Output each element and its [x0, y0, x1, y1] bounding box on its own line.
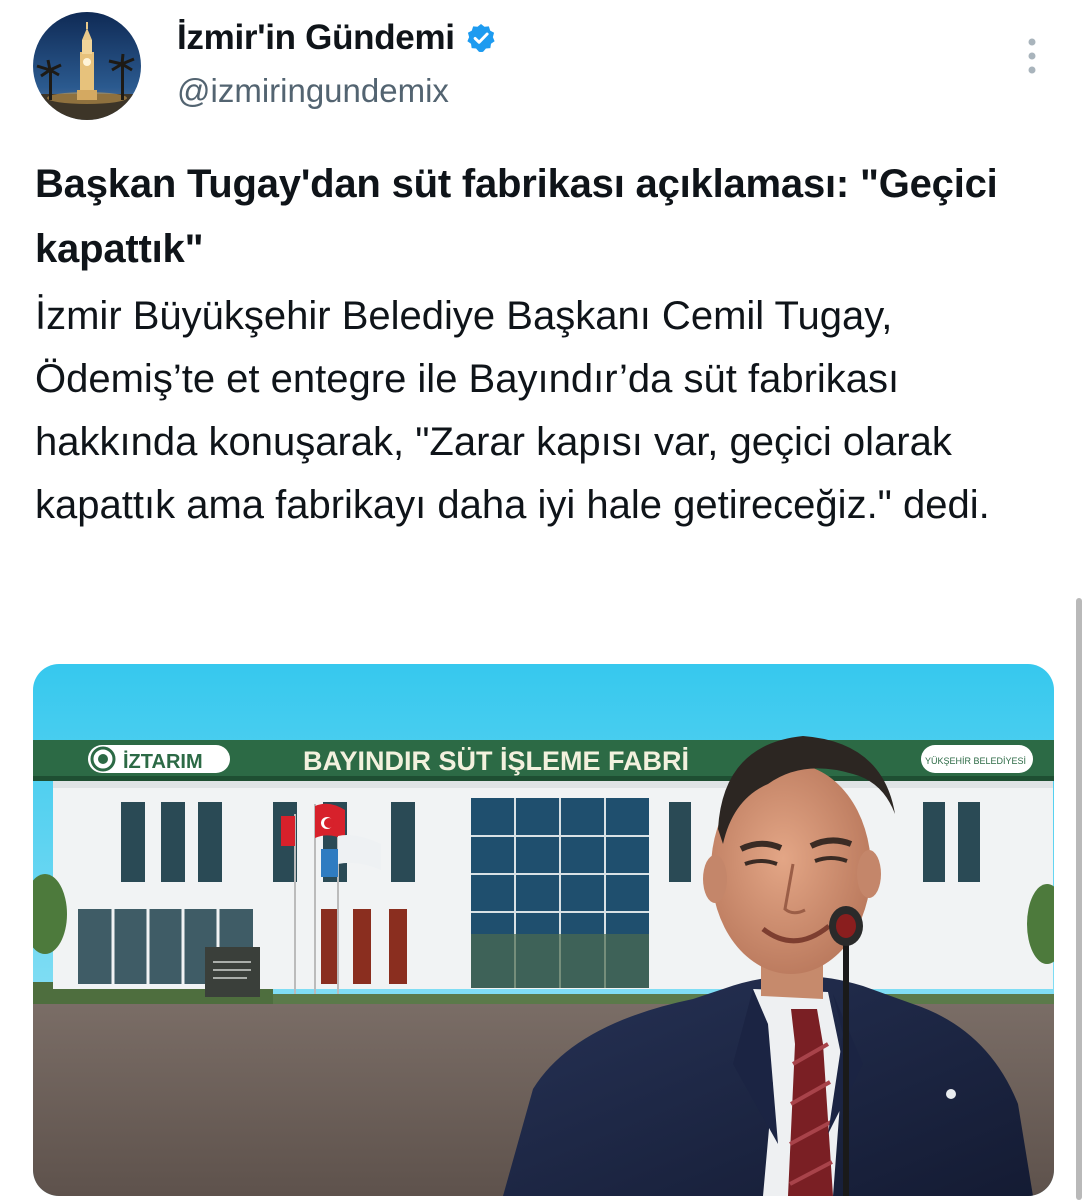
verified-badge-icon: [465, 22, 497, 54]
scrollbar[interactable]: [1076, 598, 1082, 1200]
tweet-body: İzmir Büyükşehir Belediye Başkanı Cemil …: [35, 294, 990, 527]
avatar-clock-tower-image: [33, 12, 141, 120]
author-display-name-row[interactable]: İzmir'in Gündemi: [177, 18, 497, 58]
more-vertical-icon[interactable]: [1014, 34, 1050, 78]
sign-factory-name: BAYINDIR SÜT İŞLEME FABRİ: [303, 746, 689, 776]
avatar[interactable]: [33, 12, 141, 120]
tweet-headline: Başkan Tugay'dan süt fabrikası açıklamas…: [35, 162, 998, 271]
author-handle[interactable]: @izmiringundemix: [177, 72, 449, 110]
sign-municipality: YÜKŞEHİR BELEDİYESİ: [925, 756, 1026, 766]
tweet-media-image[interactable]: İZTARIM BAYINDIR SÜT İŞLEME FABRİ YÜKŞEH…: [33, 664, 1054, 1196]
sign-iztarim: İZTARIM: [123, 750, 203, 773]
author-display-name[interactable]: İzmir'in Gündemi: [177, 18, 455, 58]
